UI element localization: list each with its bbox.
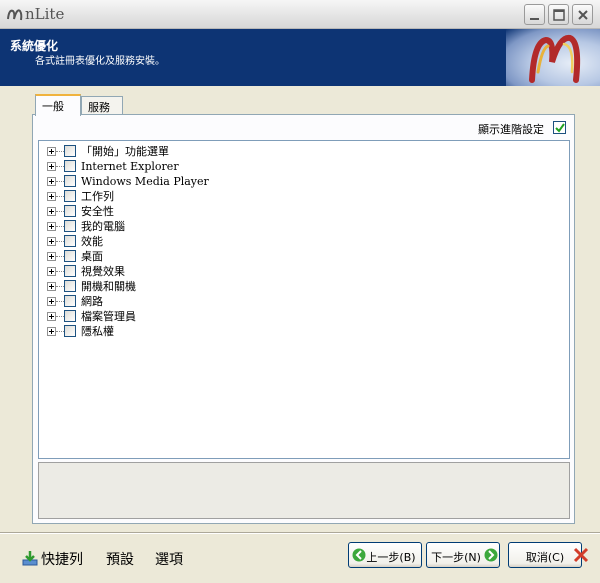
- tree-item-label: 效能: [81, 235, 103, 248]
- tree-item-checkbox[interactable]: [64, 280, 76, 292]
- tree-item-checkbox[interactable]: [64, 310, 76, 322]
- nlite-n-logo-icon: [529, 34, 581, 83]
- window-title: nLite: [25, 5, 65, 23]
- tree-item-checkbox[interactable]: [64, 265, 76, 277]
- tree-item-checkbox[interactable]: [64, 160, 76, 172]
- tree-item-label: 工作列: [81, 190, 114, 203]
- tree-item-checkbox[interactable]: [64, 325, 76, 337]
- tree-item-checkbox[interactable]: [64, 220, 76, 232]
- tree-item-label: 檔案管理員: [81, 310, 136, 323]
- cancel-x-icon[interactable]: [573, 547, 589, 566]
- expand-icon[interactable]: [47, 297, 56, 306]
- nlite-logo-icon: [6, 5, 24, 26]
- tree-item-label: 網路: [81, 295, 103, 308]
- tab-panel: 顯示進階設定 「開始」功能選單 Internet Explorer Window…: [32, 114, 575, 524]
- tweaks-tree[interactable]: 「開始」功能選單 Internet Explorer Windows Media…: [38, 140, 570, 459]
- tree-item-label: 我的電腦: [81, 220, 125, 233]
- next-button-label: 下一步(N): [431, 551, 481, 564]
- description-box: [38, 462, 570, 519]
- minimize-icon: [530, 18, 539, 20]
- tree-item-checkbox[interactable]: [64, 175, 76, 187]
- expand-icon[interactable]: [47, 312, 56, 321]
- expand-icon[interactable]: [47, 267, 56, 276]
- tree-item-label: 桌面: [81, 250, 103, 263]
- shortcut-bar-link[interactable]: 快捷列: [41, 549, 83, 569]
- tree-item-checkbox[interactable]: [64, 235, 76, 247]
- tree-item-label: 隱私權: [81, 325, 114, 338]
- tree-item-checkbox[interactable]: [64, 190, 76, 202]
- download-icon[interactable]: [22, 550, 38, 569]
- minimize-button[interactable]: [524, 4, 545, 25]
- expand-icon[interactable]: [47, 207, 56, 216]
- show-advanced-label: 顯示進階設定: [478, 123, 544, 136]
- tree-item-label: 「開始」功能選單: [81, 145, 169, 158]
- expand-icon[interactable]: [47, 192, 56, 201]
- tree-item-label: 開機和關機: [81, 280, 136, 293]
- tree-item-label: Internet Explorer: [81, 160, 179, 173]
- tab-general[interactable]: 一般: [35, 94, 81, 116]
- nlite-banner-logo: [506, 29, 600, 86]
- header-banner: 系統優化 各式註冊表優化及服務安裝。: [0, 29, 600, 86]
- tree-item-label: Windows Media Player: [81, 175, 209, 188]
- maximize-icon: [553, 9, 565, 21]
- expand-icon[interactable]: [47, 327, 56, 336]
- expand-icon[interactable]: [47, 252, 56, 261]
- next-button[interactable]: 下一步(N): [426, 542, 500, 568]
- checkmark-icon: [555, 123, 565, 133]
- next-arrow-icon: [484, 548, 498, 565]
- close-icon: [578, 10, 588, 20]
- expand-icon[interactable]: [47, 237, 56, 246]
- tab-services[interactable]: 服務: [81, 96, 123, 115]
- bottom-divider: [0, 532, 600, 534]
- back-button[interactable]: 上一步(B): [348, 542, 422, 568]
- page-description: 各式註冊表優化及服務安裝。: [35, 56, 165, 67]
- expand-icon[interactable]: [47, 222, 56, 231]
- cancel-button[interactable]: 取消(C): [508, 542, 582, 568]
- tree-item-checkbox[interactable]: [64, 205, 76, 217]
- expand-icon[interactable]: [47, 147, 56, 156]
- close-button[interactable]: [572, 4, 593, 25]
- tree-item-checkbox[interactable]: [64, 295, 76, 307]
- expand-icon[interactable]: [47, 177, 56, 186]
- tree-item-checkbox[interactable]: [64, 145, 76, 157]
- expand-icon[interactable]: [47, 282, 56, 291]
- maximize-button[interactable]: [548, 4, 569, 25]
- presets-link[interactable]: 預設: [106, 549, 134, 569]
- tree-item-checkbox[interactable]: [64, 250, 76, 262]
- tree-item-label: 安全性: [81, 205, 114, 218]
- tree-item-label: 視覺效果: [81, 265, 125, 278]
- expand-icon[interactable]: [47, 162, 56, 171]
- options-link[interactable]: 選項: [155, 549, 183, 569]
- title-bar: nLite: [0, 0, 600, 29]
- back-button-label: 上一步(B): [366, 551, 416, 564]
- cancel-button-label: 取消(C): [525, 551, 565, 564]
- show-advanced-checkbox[interactable]: [553, 121, 566, 134]
